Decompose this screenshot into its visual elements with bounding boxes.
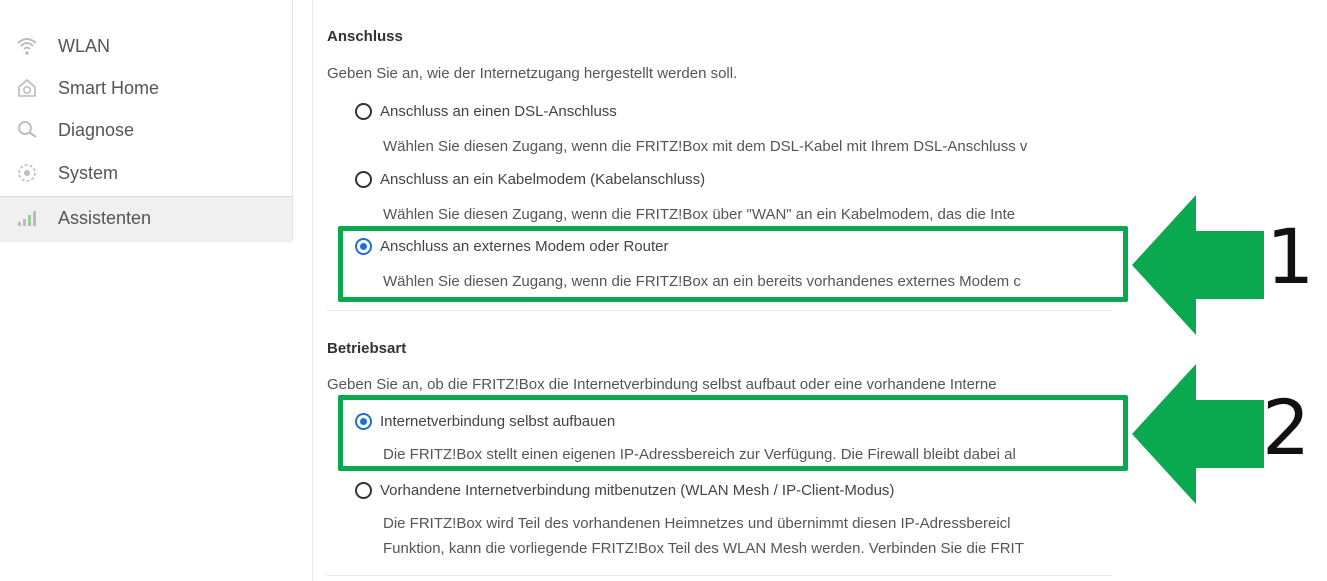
smart-home-icon (16, 77, 38, 99)
option-label: Anschluss an einen DSL-Anschluss (380, 103, 617, 120)
section-divider (327, 575, 1112, 576)
sidebar-item-diagnose[interactable]: Diagnose (0, 108, 292, 152)
sidebar-item-label: WLAN (58, 35, 111, 56)
sidebar-nav: WLAN Smart Home Diagnose System Assisten… (0, 0, 293, 240)
sidebar-item-wlan[interactable]: WLAN (0, 24, 292, 68)
section-intro-betriebsart: Geben Sie an, ob die FRITZ!Box die Inter… (327, 376, 997, 393)
content-divider (312, 0, 313, 581)
option-label: Anschluss an ein Kabelmodem (Kabelanschl… (380, 171, 706, 188)
radio-button[interactable] (355, 103, 372, 120)
sidebar-item-label: Diagnose (58, 119, 135, 140)
sidebar-item-system[interactable]: System (0, 151, 292, 195)
radio-button[interactable] (355, 171, 372, 188)
radio-option-dsl[interactable]: Anschluss an einen DSL-Anschluss (355, 103, 617, 120)
sidebar-item-label: Assistenten (58, 207, 152, 228)
highlight-box-1 (338, 226, 1128, 302)
section-intro-anschluss: Geben Sie an, wie der Internetzugang her… (327, 65, 738, 82)
wifi-icon (16, 35, 38, 57)
sidebar-item-assistenten[interactable]: Assistenten (0, 196, 292, 240)
option-description: Die FRITZ!Box wird Teil des vorhandenen … (383, 515, 1011, 532)
wizard-icon (16, 207, 38, 229)
marker-number-2: 2 (1262, 383, 1311, 472)
marker-number-1: 1 (1266, 212, 1315, 301)
option-label: Vorhandene Internetverbindung mitbenutze… (380, 482, 895, 499)
arrow-left-icon (1132, 364, 1264, 504)
arrow-left-icon (1132, 195, 1264, 335)
sidebar-item-label: System (58, 162, 119, 183)
option-description: Wählen Sie diesen Zugang, wenn die FRITZ… (383, 138, 1028, 155)
option-description-line2: Funktion, kann die vorliegende FRITZ!Box… (383, 540, 1024, 557)
section-divider (327, 310, 1112, 311)
sidebar-item-smart-home[interactable]: Smart Home (0, 66, 292, 110)
sidebar-item-label: Smart Home (58, 77, 160, 98)
radio-option-mitbenutzen[interactable]: Vorhandene Internetverbindung mitbenutze… (355, 482, 894, 499)
highlight-box-2 (338, 395, 1128, 471)
radio-option-kabelmodem[interactable]: Anschluss an ein Kabelmodem (Kabelanschl… (355, 171, 705, 188)
sidebar-shadow (0, 240, 292, 243)
radio-button[interactable] (355, 482, 372, 499)
option-description: Wählen Sie diesen Zugang, wenn die FRITZ… (383, 206, 1016, 223)
section-title-anschluss: Anschluss (327, 28, 403, 45)
system-icon (16, 162, 38, 184)
section-title-betriebsart: Betriebsart (327, 340, 407, 357)
magnifier-icon (16, 119, 38, 141)
